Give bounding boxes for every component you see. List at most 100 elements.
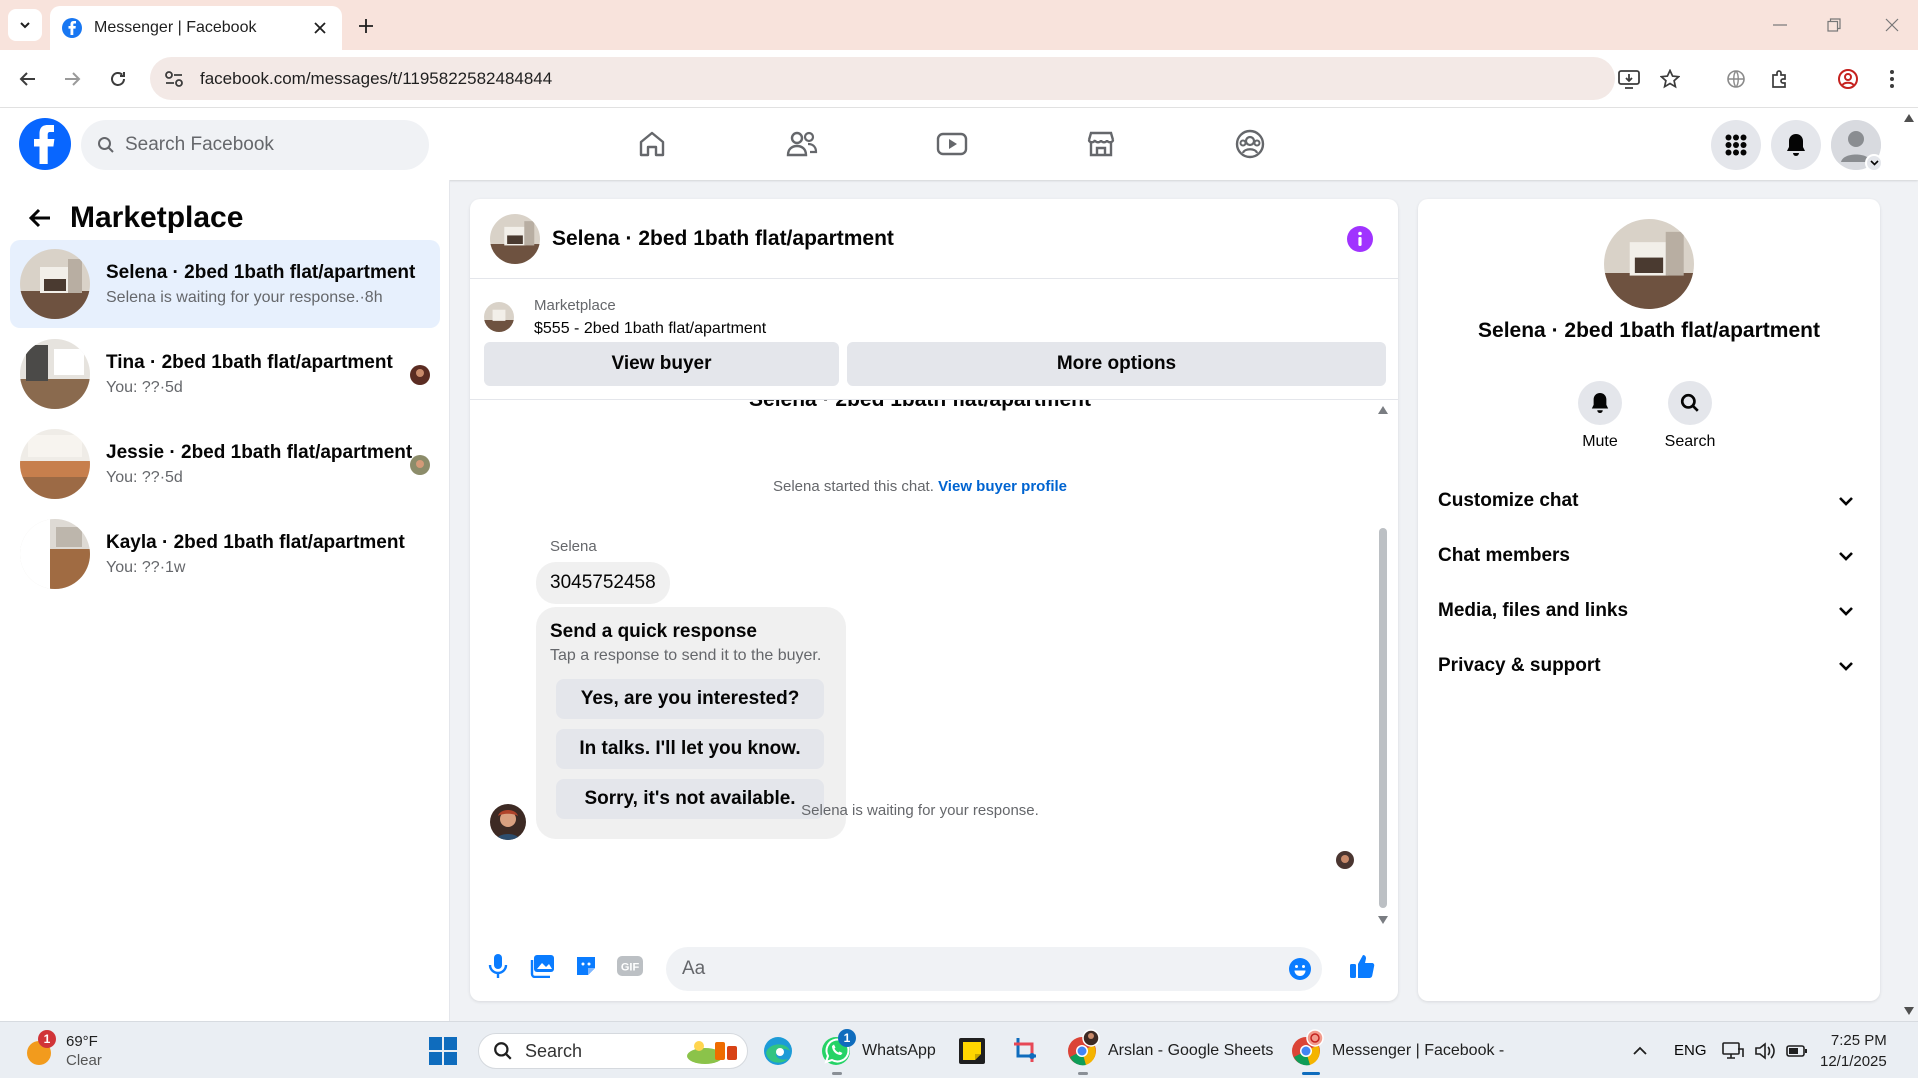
conversation-name: Kayla · 2bed 1bath flat/apartment <box>106 531 405 553</box>
browser-menu-icon[interactable] <box>1876 63 1908 95</box>
scroll-thumb[interactable] <box>1379 528 1387 908</box>
media-files-links-section[interactable]: Media, files and links <box>1438 591 1864 631</box>
conversation-item-selena[interactable]: Selena · 2bed 1bath flat/apartment Selen… <box>10 240 440 328</box>
search-icon <box>494 1042 512 1060</box>
scroll-up-arrow-icon[interactable] <box>1904 114 1914 122</box>
weather-badge: 1 <box>38 1029 56 1048</box>
conversation-item-tina[interactable]: Tina · 2bed 1bath flat/apartment You: ??… <box>10 330 440 418</box>
search-in-conversation-button[interactable] <box>1668 381 1712 425</box>
restore-icon <box>1827 18 1841 32</box>
home-icon <box>639 131 665 157</box>
start-button[interactable] <box>428 1022 458 1078</box>
message-input-box[interactable] <box>666 947 1322 991</box>
listing-price-title: $555 - 2bed 1bath flat/apartment <box>534 319 767 337</box>
tab-close-button[interactable] <box>310 18 330 38</box>
conversation-preview: You: ??·5d <box>106 378 183 396</box>
conversation-info-button[interactable] <box>1340 219 1380 259</box>
profile-account-icon[interactable] <box>1832 63 1864 95</box>
facebook-search-box[interactable] <box>81 120 429 170</box>
sticker-icon <box>577 957 595 975</box>
privacy-support-section[interactable]: Privacy & support <box>1438 646 1864 686</box>
close-window-button[interactable] <box>1872 10 1912 40</box>
show-hidden-icons-button[interactable] <box>1632 1022 1648 1078</box>
taskbar-google-sheets-window[interactable]: Arslan - Google Sheets <box>1066 1022 1273 1078</box>
more-options-button[interactable]: More options <box>847 342 1386 386</box>
address-bar[interactable]: facebook.com/messages/t/1195822582484844 <box>150 57 1680 100</box>
section-label: Chat members <box>1438 545 1570 566</box>
voice-clip-button[interactable] <box>480 948 516 984</box>
page-scrollbar[interactable] <box>1900 108 1918 1021</box>
network-icon[interactable] <box>1722 1022 1744 1078</box>
facebook-logo-icon[interactable] <box>19 118 71 170</box>
battery-icon[interactable] <box>1786 1022 1808 1078</box>
nav-home[interactable] <box>597 118 707 170</box>
conversation-preview: You: ??·5d <box>106 468 183 486</box>
quick-response-in-talks-button[interactable]: In talks. I'll let you know. <box>556 729 824 769</box>
message-bubble[interactable]: 3045752458 <box>536 562 670 604</box>
search-action[interactable]: Search <box>1650 381 1730 451</box>
site-info-icon[interactable] <box>154 59 194 99</box>
search-highlight-icon <box>687 1041 737 1064</box>
view-buyer-profile-link[interactable]: View buyer profile <box>938 478 1067 495</box>
info-icon <box>1347 225 1373 252</box>
profile-badge-icon <box>1082 1028 1100 1047</box>
message-thread[interactable]: Selena · 2bed 1bath flat/apartment Selen… <box>470 400 1398 930</box>
back-arrow-button[interactable] <box>20 198 60 238</box>
scroll-up-arrow-icon[interactable] <box>1378 406 1388 414</box>
tab-search-dropdown[interactable] <box>8 9 42 41</box>
quick-response-interested-button[interactable]: Yes, are you interested? <box>556 679 824 719</box>
menu-grid-button[interactable] <box>1711 120 1761 170</box>
extensions-puzzle-icon[interactable] <box>1764 63 1796 95</box>
taskbar-edge[interactable] <box>762 1022 794 1078</box>
taskbar-snipping-tool[interactable] <box>1012 1022 1042 1078</box>
browser-tab-messenger[interactable]: Messenger | Facebook <box>50 6 342 50</box>
marketplace-listing-summary[interactable]: Marketplace $555 - 2bed 1bath flat/apart… <box>484 292 766 342</box>
system-clock[interactable]: 7:25 PM 12/1/2025 <box>1820 1030 1887 1072</box>
facebook-search-input[interactable] <box>125 134 405 156</box>
weather-temperature: 69°F <box>66 1032 98 1050</box>
taskbar-sticky-notes[interactable] <box>958 1022 986 1078</box>
taskbar-messenger-window[interactable]: Messenger | Facebook - <box>1290 1022 1504 1078</box>
install-app-icon[interactable] <box>1618 57 1640 100</box>
attach-media-button[interactable] <box>524 948 560 984</box>
mute-action[interactable]: Mute <box>1560 381 1640 451</box>
weather-widget[interactable]: 1 69°F Clear <box>22 1022 102 1078</box>
language-indicator[interactable]: ENG <box>1674 1022 1707 1078</box>
taskbar-search-box[interactable]: Search <box>478 1033 748 1069</box>
nav-marketplace[interactable] <box>1046 118 1156 170</box>
listing-source-label: Marketplace <box>534 296 616 314</box>
account-avatar-button[interactable] <box>1831 120 1883 172</box>
chat-title[interactable]: Selena · 2bed 1bath flat/apartment <box>552 227 1340 251</box>
sticker-button[interactable] <box>568 948 604 984</box>
chat-avatar[interactable] <box>490 213 540 264</box>
view-buyer-button[interactable]: View buyer <box>484 342 839 386</box>
mute-button[interactable] <box>1578 381 1622 425</box>
reload-button[interactable] <box>102 63 134 95</box>
customize-chat-section[interactable]: Customize chat <box>1438 481 1864 521</box>
conversation-item-jessie[interactable]: Jessie · 2bed 1bath flat/apartment You: … <box>10 420 440 508</box>
notifications-button[interactable] <box>1771 120 1821 170</box>
minimize-button[interactable] <box>1760 10 1800 40</box>
chat-members-section[interactable]: Chat members <box>1438 536 1864 576</box>
nav-friends[interactable] <box>747 118 857 170</box>
scroll-down-arrow-icon[interactable] <box>1904 1007 1914 1015</box>
forward-button[interactable] <box>56 63 88 95</box>
restore-button[interactable] <box>1814 10 1854 40</box>
bookmark-star-icon[interactable] <box>1660 57 1680 100</box>
new-tab-button[interactable] <box>352 12 380 40</box>
gif-button[interactable]: GIF <box>612 948 648 984</box>
emoji-icon[interactable] <box>1288 957 1312 981</box>
send-like-button[interactable] <box>1344 948 1380 984</box>
volume-icon[interactable] <box>1754 1022 1776 1078</box>
listing-thumbnail <box>20 339 90 409</box>
back-button[interactable] <box>12 63 44 95</box>
taskbar-whatsapp[interactable]: 1 WhatsApp <box>820 1022 936 1078</box>
nav-groups[interactable] <box>1195 118 1305 170</box>
thread-scrollbar[interactable] <box>1376 400 1390 930</box>
conversation-item-kayla[interactable]: Kayla · 2bed 1bath flat/apartment You: ?… <box>10 510 440 598</box>
message-input[interactable] <box>682 958 1242 980</box>
scroll-down-arrow-icon[interactable] <box>1378 916 1388 924</box>
google-sheets-window-label: Arslan - Google Sheets <box>1108 1041 1274 1059</box>
translate-globe-icon[interactable] <box>1720 63 1752 95</box>
nav-watch[interactable] <box>897 118 1007 170</box>
